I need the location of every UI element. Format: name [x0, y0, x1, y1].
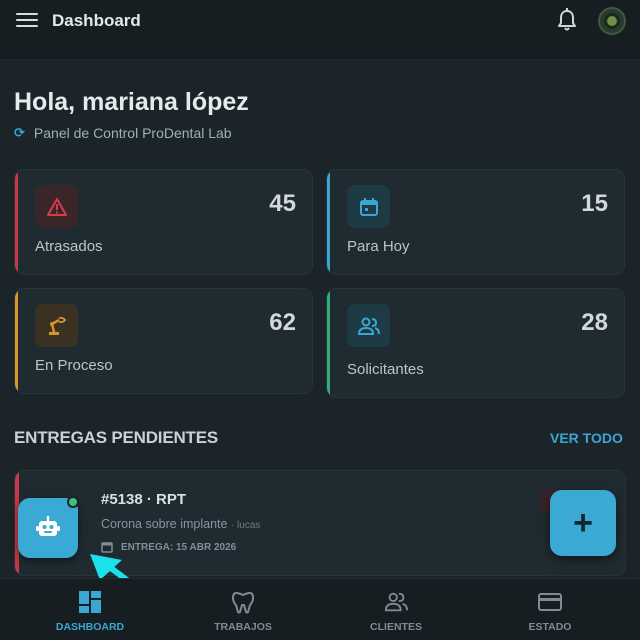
nav-dashboard[interactable]: DASHBOARD — [10, 579, 170, 640]
bell-icon[interactable] — [556, 8, 578, 32]
stat-label: Solicitantes — [347, 361, 424, 378]
delivery-date-text: ENTREGA: 15 ABR 2026 — [121, 541, 237, 553]
stat-label: Atrasados — [35, 238, 103, 255]
nav-trabajos[interactable]: TRABAJOS — [163, 579, 323, 640]
stat-card-overdue[interactable]: 45 Atrasados — [14, 169, 313, 275]
stat-card-today[interactable]: 15 Para Hoy — [326, 169, 625, 275]
stat-card-requesters[interactable]: 28 Solicitantes — [326, 288, 625, 398]
warning-icon — [35, 185, 78, 228]
sync-icon: ⟳ — [14, 125, 25, 140]
card-icon — [538, 593, 562, 611]
menu-icon[interactable] — [16, 13, 38, 29]
stat-value: 28 — [581, 309, 608, 336]
dashboard-subtitle: ⟳ Panel de Control ProDental Lab — [14, 125, 232, 141]
subtitle-text: Panel de Control ProDental Lab — [33, 125, 232, 141]
nav-clientes[interactable]: CLIENTES — [316, 579, 476, 640]
stat-value: 62 — [269, 309, 296, 336]
stat-label: Para Hoy — [347, 238, 410, 255]
nav-label: ESTADO — [528, 621, 572, 633]
bottom-nav: DASHBOARD TRABAJOS CLIENTES ESTADO — [0, 578, 640, 640]
tooth-icon — [232, 592, 254, 614]
online-status-dot — [67, 496, 79, 508]
stat-label: En Proceso — [35, 357, 113, 374]
avatar[interactable] — [598, 7, 626, 35]
calendar-icon — [347, 185, 390, 228]
order-number: #5138 · RPT — [101, 491, 187, 508]
robot-icon — [36, 516, 60, 536]
dashboard-icon — [79, 591, 101, 613]
clients-icon — [384, 592, 408, 612]
robot-arm-icon — [35, 304, 78, 347]
section-title: ENTREGAS PENDIENTES — [14, 428, 219, 447]
description-text: Corona sobre implante — [101, 517, 228, 531]
page-title: Dashboard — [52, 11, 141, 30]
users-icon — [347, 304, 390, 347]
stat-value: 45 — [269, 190, 296, 217]
order-description: Corona sobre implante · lucas — [101, 517, 260, 531]
see-all-link[interactable]: VER TODO — [550, 430, 623, 446]
stat-value: 15 — [581, 190, 608, 217]
top-bar: Dashboard — [0, 0, 640, 60]
nav-label: CLIENTES — [370, 621, 422, 633]
greeting-heading: Hola, mariana lópez — [14, 88, 249, 116]
stat-card-in-progress[interactable]: 62 En Proceso — [14, 288, 313, 394]
nav-estado[interactable]: ESTADO — [470, 579, 630, 640]
nav-label: TRABAJOS — [214, 621, 272, 633]
add-button[interactable]: + — [550, 490, 616, 556]
nav-label: DASHBOARD — [55, 621, 125, 633]
requester-name: · lucas — [230, 520, 261, 531]
